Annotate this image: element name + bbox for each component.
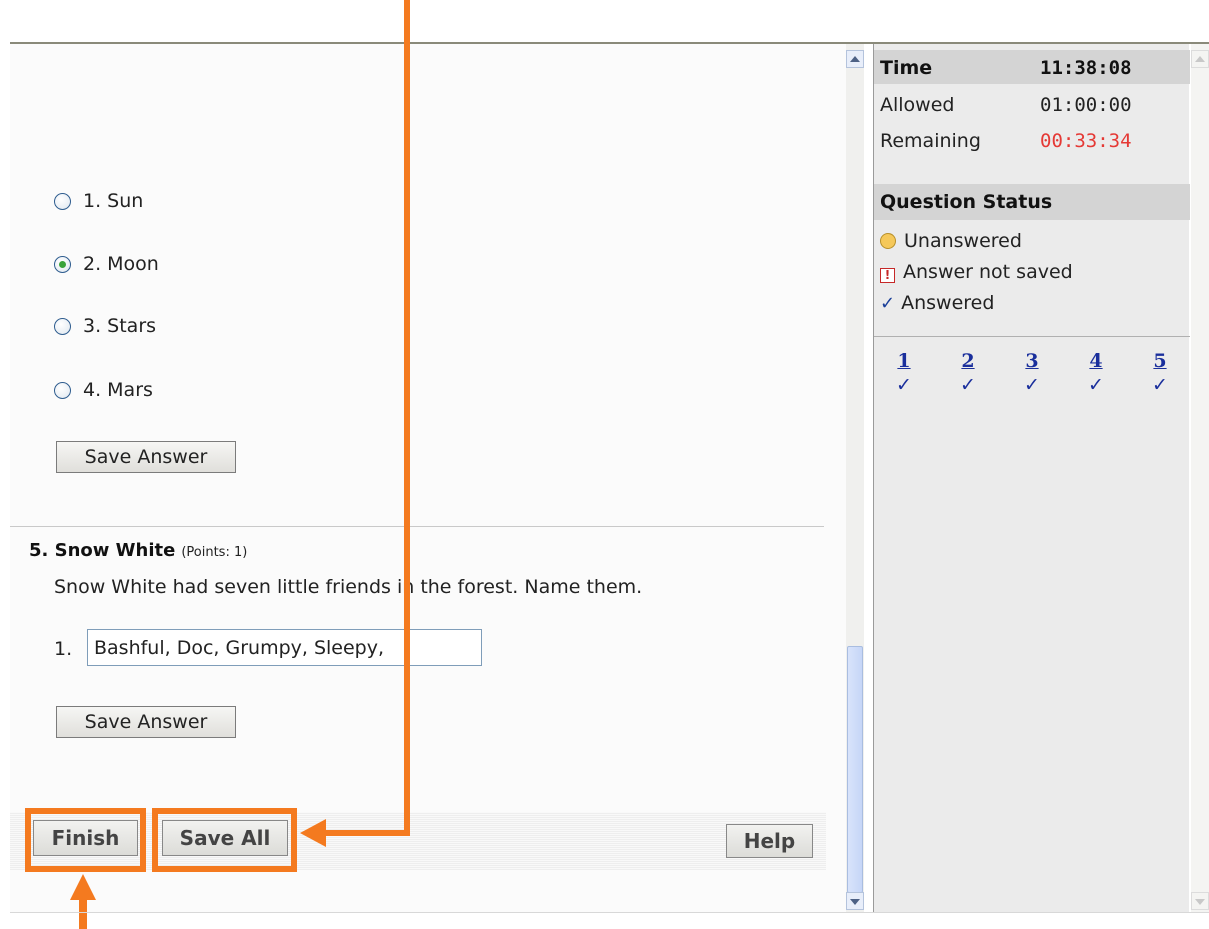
arrow-head-left-icon — [300, 819, 326, 847]
save-answer-button-q5[interactable]: Save Answer — [56, 706, 236, 738]
question-link-1[interactable]: 1 — [894, 350, 914, 372]
time-label: Time — [880, 57, 933, 79]
radio-button[interactable] — [54, 192, 71, 210]
option-moon[interactable]: 2. Moon — [54, 251, 159, 277]
answer-number: 1. — [54, 638, 73, 660]
answered-check-icon: ✓ — [1024, 374, 1040, 396]
callout-arrow-vertical — [404, 0, 410, 836]
chevron-up-icon — [1195, 56, 1205, 62]
legend-answered: ✓ Answered — [880, 292, 994, 314]
answered-check-icon: ✓ — [1152, 374, 1168, 396]
option-stars[interactable]: 3. Stars — [54, 313, 156, 339]
remaining-label: Remaining — [880, 130, 981, 152]
status-scrollbar[interactable] — [1191, 44, 1209, 912]
question-prompt: Snow White had seven little friends in t… — [54, 576, 643, 598]
remaining-value: 00:33:34 — [1040, 130, 1132, 152]
allowed-value: 01:00:00 — [1040, 94, 1132, 116]
scroll-down-button[interactable] — [846, 892, 864, 910]
time-value: 11:38:08 — [1040, 57, 1132, 79]
bottom-divider — [10, 912, 1209, 913]
answered-check-icon: ✓ — [960, 374, 976, 396]
unanswered-dot-icon — [880, 233, 896, 249]
radio-button-selected[interactable] — [54, 255, 71, 273]
question-link-2[interactable]: 2 — [958, 350, 978, 372]
legend-not-saved-label: Answer not saved — [903, 261, 1073, 283]
allowed-label: Allowed — [880, 94, 955, 116]
question-panel — [10, 44, 846, 912]
legend-not-saved: ! Answer not saved — [880, 261, 1073, 283]
checkmark-icon: ✓ — [880, 293, 896, 314]
chevron-down-icon — [850, 899, 860, 905]
save-all-highlight-box — [152, 808, 297, 872]
status-scroll-down-button[interactable] — [1191, 892, 1209, 910]
finish-highlight-box — [25, 808, 146, 872]
radio-button[interactable] — [54, 381, 71, 399]
question-link-5[interactable]: 5 — [1150, 350, 1170, 372]
option-sun[interactable]: 1. Sun — [54, 188, 143, 214]
arrow-head-up-icon — [70, 874, 96, 900]
option-label: 3. Stars — [83, 315, 157, 337]
option-label: 4. Mars — [83, 379, 153, 401]
scroll-up-button[interactable] — [846, 50, 864, 68]
legend-unanswered: Unanswered — [880, 230, 1022, 252]
status-panel: Time 11:38:08 Allowed 01:00:00 Remaining… — [873, 44, 1190, 912]
question-divider — [10, 526, 824, 527]
option-mars[interactable]: 4. Mars — [54, 377, 153, 403]
option-label: 2. Moon — [83, 253, 159, 275]
chevron-up-icon — [850, 56, 860, 62]
radio-button[interactable] — [54, 317, 71, 335]
question-status-heading: Question Status — [880, 191, 1053, 213]
answer-input[interactable] — [87, 629, 482, 666]
main-scrollbar[interactable] — [846, 44, 864, 912]
help-button[interactable]: Help — [726, 824, 813, 858]
question-link-3[interactable]: 3 — [1022, 350, 1042, 372]
question-title: 5. Snow White (Points: 1) — [29, 540, 247, 561]
scrollbar-thumb[interactable] — [847, 646, 863, 893]
legend-unanswered-label: Unanswered — [904, 230, 1022, 252]
status-scroll-up-button[interactable] — [1191, 50, 1209, 68]
question-title-text: 5. Snow White — [29, 540, 176, 561]
save-answer-button-q4[interactable]: Save Answer — [56, 441, 236, 473]
status-divider — [874, 336, 1190, 337]
callout-arrow-horizontal — [322, 830, 410, 836]
option-label: 1. Sun — [83, 190, 144, 212]
chevron-down-icon — [1195, 899, 1205, 905]
answered-check-icon: ✓ — [896, 374, 912, 396]
question-link-4[interactable]: 4 — [1086, 350, 1106, 372]
warning-icon: ! — [880, 268, 895, 283]
legend-answered-label: Answered — [901, 292, 995, 314]
question-points: (Points: 1) — [181, 545, 248, 560]
answered-check-icon: ✓ — [1088, 374, 1104, 396]
